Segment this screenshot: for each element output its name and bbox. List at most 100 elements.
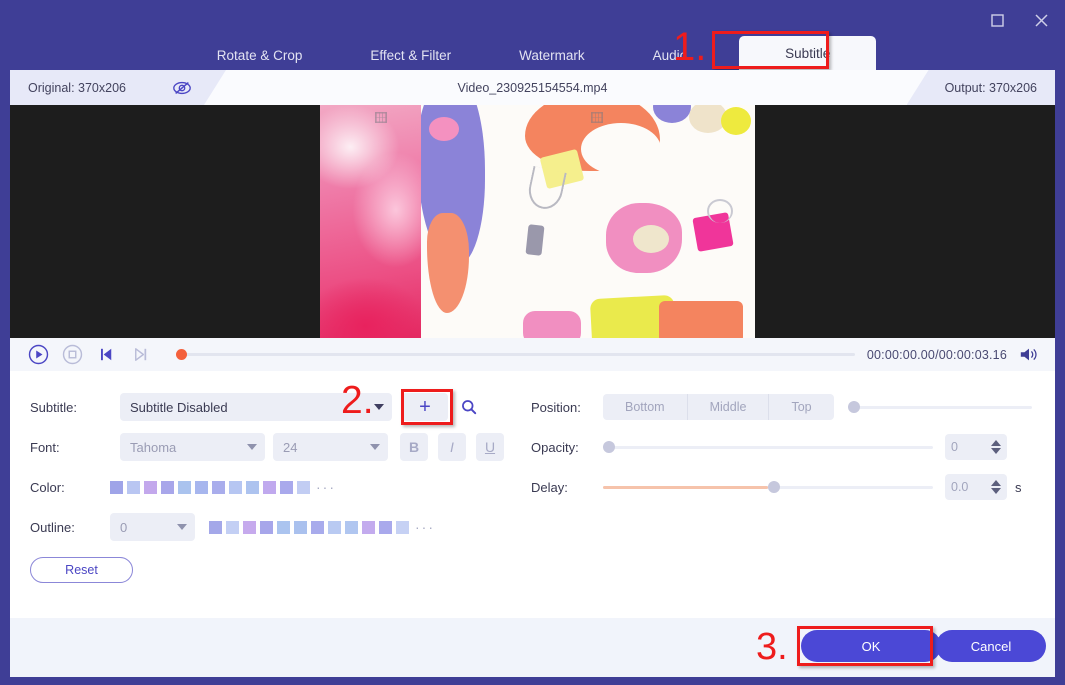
opacity-slider-handle[interactable] xyxy=(603,441,615,453)
outline-width-select[interactable]: 0 xyxy=(110,513,195,541)
reset-button[interactable]: Reset xyxy=(30,557,133,583)
outline-swatch-5[interactable] xyxy=(294,520,307,534)
color-swatch-list[interactable] xyxy=(110,480,310,494)
delay-slider[interactable] xyxy=(603,477,933,497)
outline-swatch-10[interactable] xyxy=(379,520,392,534)
outline-swatch-list[interactable] xyxy=(209,520,409,534)
outline-swatch-11[interactable] xyxy=(396,520,409,534)
close-icon[interactable] xyxy=(1027,6,1055,34)
preview-file-name: Video_230925154554.mp4 xyxy=(457,80,608,95)
tab-rotate-crop[interactable]: Rotate & Crop xyxy=(195,40,325,70)
window-controls xyxy=(983,6,1055,34)
outline-swatch-0[interactable] xyxy=(209,520,222,534)
volume-icon[interactable] xyxy=(1019,346,1039,363)
video-preview[interactable] xyxy=(10,105,1055,338)
decor-circle-yellow xyxy=(721,107,751,135)
seek-bar[interactable] xyxy=(176,344,855,366)
chevron-down-icon xyxy=(177,524,187,530)
stop-icon[interactable] xyxy=(60,343,84,367)
decor-flower-center xyxy=(633,225,669,253)
position-slider[interactable] xyxy=(847,397,1032,417)
chevron-down-icon xyxy=(370,444,380,450)
cancel-label: Cancel xyxy=(970,638,1012,654)
subtitle-select[interactable]: Subtitle Disabled xyxy=(120,393,392,421)
previous-frame-icon[interactable] xyxy=(94,343,118,367)
bold-label: B xyxy=(408,439,420,455)
outline-swatch-9[interactable] xyxy=(362,520,375,534)
delay-slider-handle[interactable] xyxy=(768,481,780,493)
color-swatch-11[interactable] xyxy=(297,480,310,494)
color-swatch-7[interactable] xyxy=(229,480,242,494)
add-subtitle-button[interactable]: + xyxy=(402,393,448,421)
stepper-arrows[interactable] xyxy=(991,480,1001,494)
color-swatch-3[interactable] xyxy=(161,480,174,494)
color-more-button[interactable]: ··· xyxy=(316,480,336,494)
tab-audio[interactable]: Audio xyxy=(631,40,710,70)
tab-label: Subtitle xyxy=(785,45,831,61)
underline-button[interactable]: U xyxy=(476,433,504,461)
outline-swatch-1[interactable] xyxy=(226,520,239,534)
color-swatch-4[interactable] xyxy=(178,480,191,494)
subtitle-row: Subtitle: Subtitle Disabled + xyxy=(30,393,482,421)
stepper-arrows[interactable] xyxy=(991,440,1001,454)
delay-unit: s xyxy=(1015,479,1022,495)
delay-stepper[interactable]: 0.0 xyxy=(945,474,1007,500)
font-family-select[interactable]: Tahoma xyxy=(120,433,265,461)
position-label: Position: xyxy=(531,399,581,415)
color-swatch-9[interactable] xyxy=(263,480,276,494)
seek-handle[interactable] xyxy=(176,349,187,360)
outline-swatch-8[interactable] xyxy=(345,520,358,534)
tab-label: Effect & Filter xyxy=(370,47,452,63)
italic-button[interactable]: I xyxy=(438,433,466,461)
stepper-down-icon[interactable] xyxy=(991,448,1001,454)
tab-label: Rotate & Crop xyxy=(216,47,303,63)
tab-effect-filter[interactable]: Effect & Filter xyxy=(348,40,473,70)
opacity-slider[interactable] xyxy=(603,437,933,457)
decor-clip-grey xyxy=(525,224,545,256)
stepper-up-icon[interactable] xyxy=(991,440,1001,446)
color-swatch-2[interactable] xyxy=(144,480,157,494)
outline-swatch-7[interactable] xyxy=(328,520,341,534)
font-size-select[interactable]: 24 xyxy=(273,433,388,461)
position-option-middle[interactable]: Middle xyxy=(686,394,769,420)
subtitle-select-value: Subtitle Disabled xyxy=(130,399,228,415)
outline-swatch-3[interactable] xyxy=(260,520,273,534)
outline-swatch-6[interactable] xyxy=(311,520,324,534)
maximize-icon[interactable] xyxy=(983,6,1011,34)
position-option-bottom[interactable]: Bottom xyxy=(603,394,687,420)
color-swatch-1[interactable] xyxy=(127,480,140,494)
position-option-top[interactable]: Top xyxy=(768,394,833,420)
position-slider-handle[interactable] xyxy=(847,401,860,413)
bold-button[interactable]: B xyxy=(400,433,428,461)
play-icon[interactable] xyxy=(26,343,50,367)
tab-watermark[interactable]: Watermark xyxy=(497,40,607,70)
ok-label: OK xyxy=(861,638,881,654)
color-row: Color: ··· xyxy=(30,473,336,501)
cancel-button[interactable]: Cancel xyxy=(936,630,1046,662)
position-option-label: Bottom xyxy=(625,400,665,414)
tab-subtitle[interactable]: Subtitle xyxy=(739,36,877,70)
outline-more-button[interactable]: ··· xyxy=(415,520,435,534)
video-frame xyxy=(320,105,755,338)
color-swatch-6[interactable] xyxy=(212,480,225,494)
outline-swatch-2[interactable] xyxy=(243,520,256,534)
search-icon[interactable] xyxy=(456,393,482,421)
font-row: Font: Tahoma 24 B I U xyxy=(30,433,504,461)
color-swatch-10[interactable] xyxy=(280,480,293,494)
opacity-stepper[interactable]: 0 xyxy=(945,434,1007,460)
italic-label: I xyxy=(450,439,454,455)
stepper-down-icon[interactable] xyxy=(991,488,1001,494)
color-label: Color: xyxy=(30,479,65,495)
position-option-label: Top xyxy=(791,400,812,414)
ok-button[interactable]: OK xyxy=(801,630,941,662)
color-swatch-5[interactable] xyxy=(195,480,208,494)
color-swatch-8[interactable] xyxy=(246,480,259,494)
add-subtitle-label: + xyxy=(419,395,431,418)
stepper-up-icon[interactable] xyxy=(991,480,1001,486)
outline-swatch-4[interactable] xyxy=(277,520,290,534)
color-swatch-0[interactable] xyxy=(110,480,123,494)
position-row: Position: Bottom Middle Top xyxy=(531,393,1032,421)
position-segmented-control[interactable]: Bottom Middle Top xyxy=(603,394,834,420)
transport-bar: 00:00:00.00/00:00:03.16 xyxy=(10,338,1055,371)
next-frame-icon[interactable] xyxy=(128,343,152,367)
